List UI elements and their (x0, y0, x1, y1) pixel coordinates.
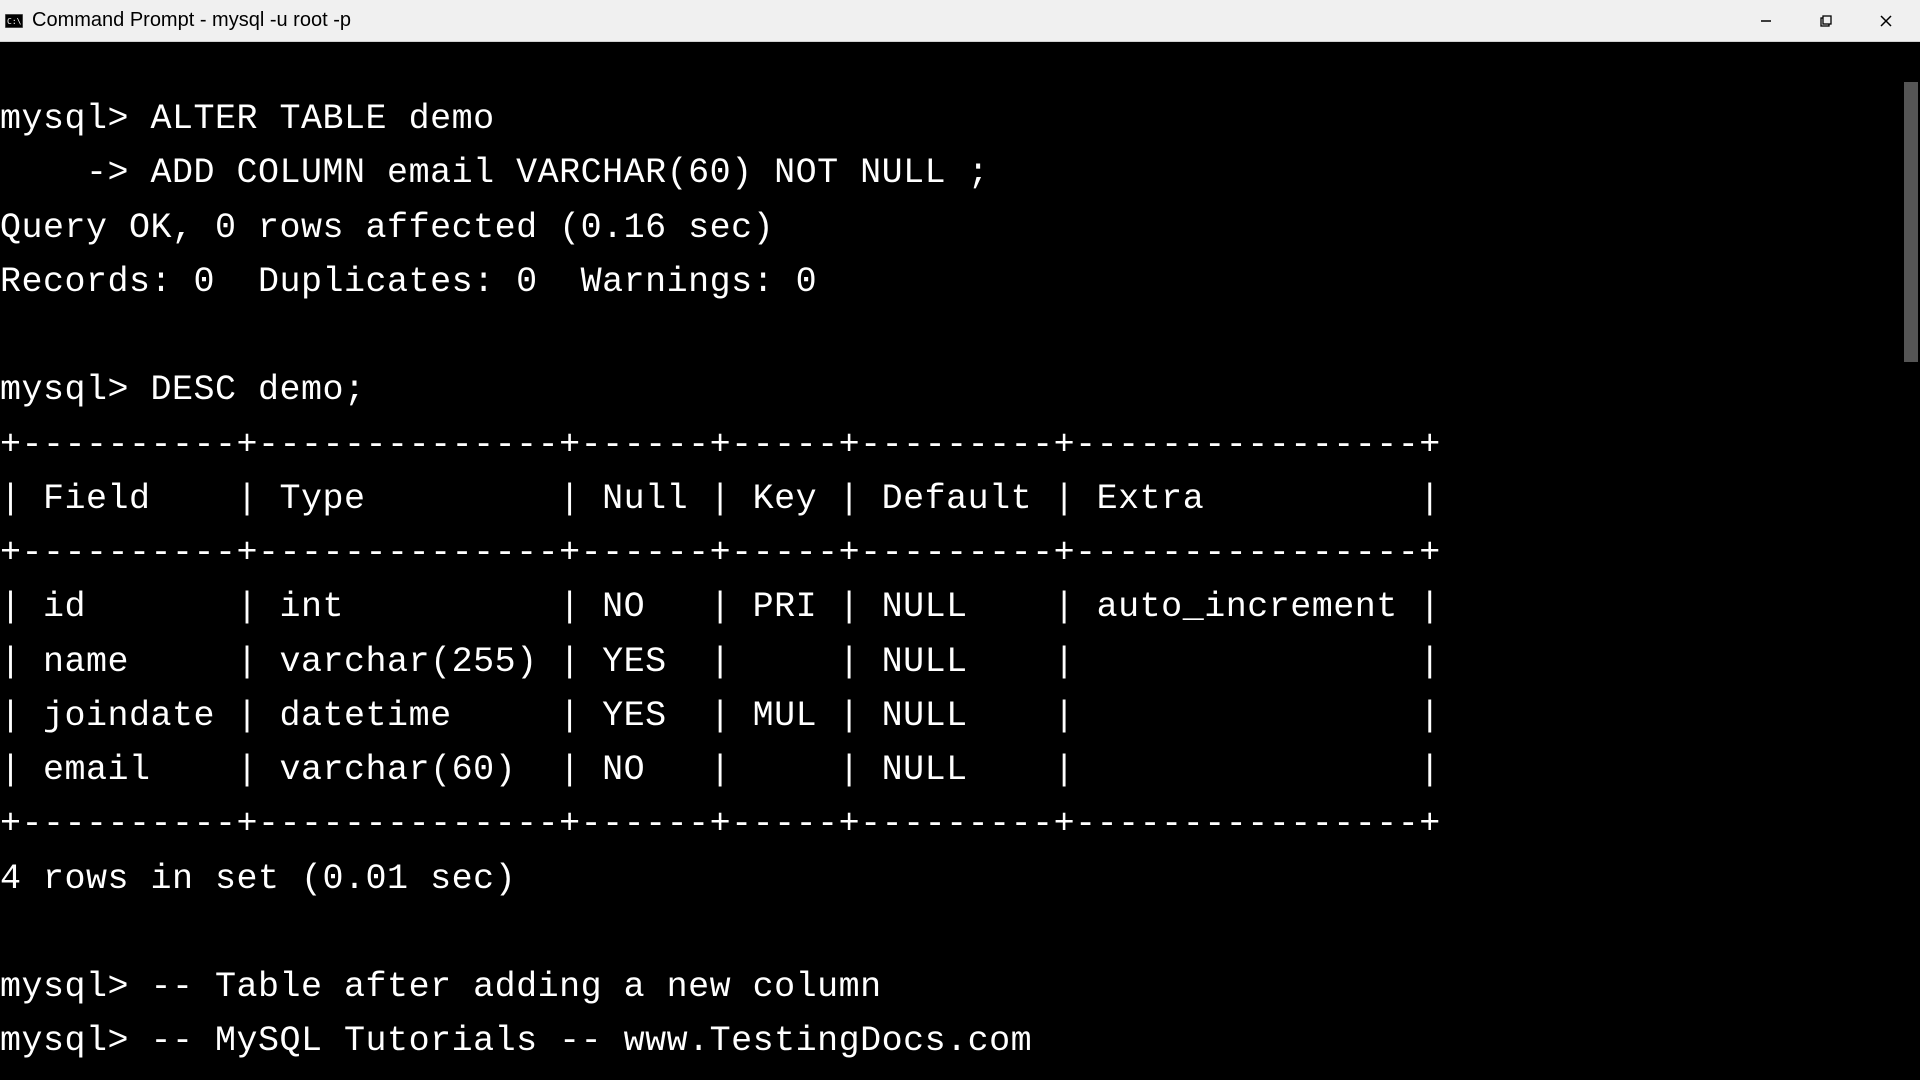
result-summary: 4 rows in set (0.01 sec) (0, 859, 516, 899)
table-border: +----------+--------------+------+-----+… (0, 533, 1441, 573)
prompt-line: mysql> ALTER TABLE demo (0, 99, 495, 139)
cmd-icon: C:\ (4, 11, 24, 31)
scrollbar-thumb[interactable] (1904, 82, 1918, 362)
titlebar[interactable]: C:\ Command Prompt - mysql -u root -p (0, 0, 1920, 42)
table-row: | email | varchar(60) | NO | | NULL | | (0, 750, 1441, 790)
terminal-output: mysql> ALTER TABLE demo -> ADD COLUMN em… (0, 92, 1920, 1069)
maximize-button[interactable] (1796, 0, 1856, 42)
table-border: +----------+--------------+------+-----+… (0, 804, 1441, 844)
prompt-comment: mysql> -- Table after adding a new colum… (0, 967, 882, 1007)
table-row: | id | int | NO | PRI | NULL | auto_incr… (0, 587, 1441, 627)
window-title: Command Prompt - mysql -u root -p (32, 9, 1736, 32)
table-header: | Field | Type | Null | Key | Default | … (0, 479, 1441, 519)
minimize-button[interactable] (1736, 0, 1796, 42)
prompt-continuation: -> ADD COLUMN email VARCHAR(60) NOT NULL… (0, 153, 989, 193)
window-controls (1736, 0, 1916, 42)
table-border: +----------+--------------+------+-----+… (0, 425, 1441, 465)
svg-text:C:\: C:\ (7, 17, 22, 26)
query-result: Query OK, 0 rows affected (0.16 sec) (0, 208, 774, 248)
query-stats: Records: 0 Duplicates: 0 Warnings: 0 (0, 262, 817, 302)
close-button[interactable] (1856, 0, 1916, 42)
terminal-area[interactable]: mysql> ALTER TABLE demo -> ADD COLUMN em… (0, 42, 1920, 1080)
scrollbar-track[interactable] (1898, 42, 1920, 1080)
command-prompt-window: C:\ Command Prompt - mysql -u root -p (0, 0, 1920, 1080)
table-row: | name | varchar(255) | YES | | NULL | | (0, 642, 1441, 682)
table-row: | joindate | datetime | YES | MUL | NULL… (0, 696, 1441, 736)
prompt-line: mysql> DESC demo; (0, 370, 366, 410)
prompt-comment: mysql> -- MySQL Tutorials -- www.Testing… (0, 1021, 1032, 1061)
